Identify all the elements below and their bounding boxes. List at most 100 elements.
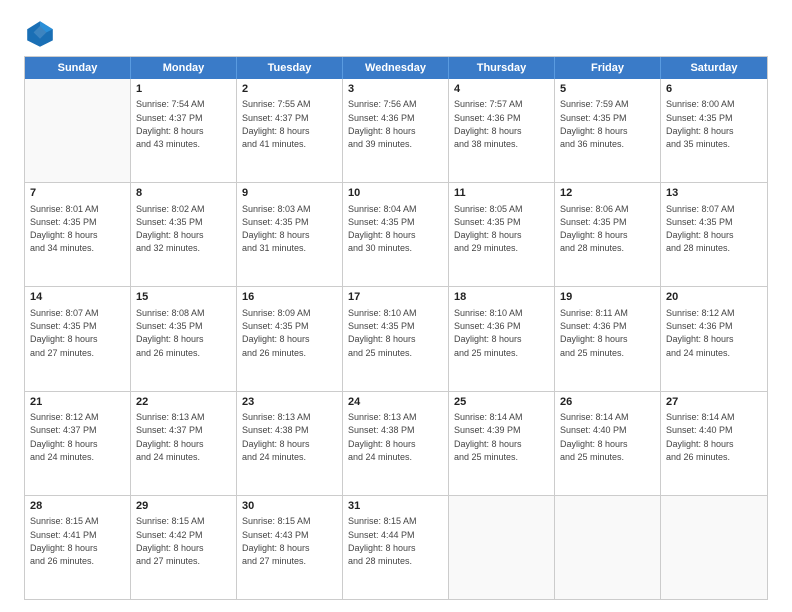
day-number: 23 <box>242 395 337 410</box>
header-day-friday: Friday <box>555 57 661 79</box>
day-number: 16 <box>242 290 337 305</box>
day-cell-14: 14 Sunrise: 8:07 AM Sunset: 4:35 PM Dayli… <box>25 287 131 390</box>
day-cell-3: 3 Sunrise: 7:56 AM Sunset: 4:36 PM Daylig… <box>343 79 449 182</box>
day-number: 6 <box>666 82 762 97</box>
day-info: Sunrise: 7:55 AM Sunset: 4:37 PM Dayligh… <box>242 99 311 149</box>
day-info: Sunrise: 8:13 AM Sunset: 4:38 PM Dayligh… <box>242 412 311 462</box>
day-info: Sunrise: 8:15 AM Sunset: 4:44 PM Dayligh… <box>348 516 417 566</box>
day-info: Sunrise: 8:01 AM Sunset: 4:35 PM Dayligh… <box>30 204 99 254</box>
day-number: 26 <box>560 395 655 410</box>
header-day-monday: Monday <box>131 57 237 79</box>
day-number: 13 <box>666 186 762 201</box>
day-number: 22 <box>136 395 231 410</box>
day-info: Sunrise: 8:13 AM Sunset: 4:37 PM Dayligh… <box>136 412 205 462</box>
day-number: 11 <box>454 186 549 201</box>
day-info: Sunrise: 8:12 AM Sunset: 4:36 PM Dayligh… <box>666 308 735 358</box>
header-day-sunday: Sunday <box>25 57 131 79</box>
day-cell-11: 11 Sunrise: 8:05 AM Sunset: 4:35 PM Dayli… <box>449 183 555 286</box>
day-cell-27: 27 Sunrise: 8:14 AM Sunset: 4:40 PM Dayli… <box>661 392 767 495</box>
day-info: Sunrise: 8:13 AM Sunset: 4:38 PM Dayligh… <box>348 412 417 462</box>
calendar: SundayMondayTuesdayWednesdayThursdayFrid… <box>24 56 768 600</box>
day-number: 8 <box>136 186 231 201</box>
day-cell-23: 23 Sunrise: 8:13 AM Sunset: 4:38 PM Dayli… <box>237 392 343 495</box>
day-info: Sunrise: 8:14 AM Sunset: 4:40 PM Dayligh… <box>560 412 629 462</box>
day-info: Sunrise: 8:07 AM Sunset: 4:35 PM Dayligh… <box>30 308 99 358</box>
day-info: Sunrise: 8:10 AM Sunset: 4:36 PM Dayligh… <box>454 308 523 358</box>
day-number: 30 <box>242 499 337 514</box>
calendar-row-4: 21 Sunrise: 8:12 AM Sunset: 4:37 PM Dayli… <box>25 391 767 495</box>
day-info: Sunrise: 7:57 AM Sunset: 4:36 PM Dayligh… <box>454 99 523 149</box>
empty-cell <box>555 496 661 599</box>
day-number: 5 <box>560 82 655 97</box>
day-number: 14 <box>30 290 125 305</box>
day-info: Sunrise: 8:14 AM Sunset: 4:39 PM Dayligh… <box>454 412 523 462</box>
calendar-row-5: 28 Sunrise: 8:15 AM Sunset: 4:41 PM Dayli… <box>25 495 767 599</box>
calendar-body: 1 Sunrise: 7:54 AM Sunset: 4:37 PM Daylig… <box>25 79 767 599</box>
calendar-row-3: 14 Sunrise: 8:07 AM Sunset: 4:35 PM Dayli… <box>25 286 767 390</box>
calendar-row-1: 1 Sunrise: 7:54 AM Sunset: 4:37 PM Daylig… <box>25 79 767 182</box>
day-number: 28 <box>30 499 125 514</box>
day-info: Sunrise: 8:02 AM Sunset: 4:35 PM Dayligh… <box>136 204 205 254</box>
day-cell-28: 28 Sunrise: 8:15 AM Sunset: 4:41 PM Dayli… <box>25 496 131 599</box>
day-info: Sunrise: 8:09 AM Sunset: 4:35 PM Dayligh… <box>242 308 311 358</box>
day-number: 2 <box>242 82 337 97</box>
day-cell-12: 12 Sunrise: 8:06 AM Sunset: 4:35 PM Dayli… <box>555 183 661 286</box>
empty-cell <box>25 79 131 182</box>
day-number: 15 <box>136 290 231 305</box>
day-cell-17: 17 Sunrise: 8:10 AM Sunset: 4:35 PM Dayli… <box>343 287 449 390</box>
day-info: Sunrise: 7:56 AM Sunset: 4:36 PM Dayligh… <box>348 99 417 149</box>
day-info: Sunrise: 8:07 AM Sunset: 4:35 PM Dayligh… <box>666 204 735 254</box>
day-cell-30: 30 Sunrise: 8:15 AM Sunset: 4:43 PM Dayli… <box>237 496 343 599</box>
day-info: Sunrise: 8:10 AM Sunset: 4:35 PM Dayligh… <box>348 308 417 358</box>
day-number: 4 <box>454 82 549 97</box>
day-info: Sunrise: 8:05 AM Sunset: 4:35 PM Dayligh… <box>454 204 523 254</box>
day-number: 21 <box>30 395 125 410</box>
day-cell-8: 8 Sunrise: 8:02 AM Sunset: 4:35 PM Daylig… <box>131 183 237 286</box>
day-cell-1: 1 Sunrise: 7:54 AM Sunset: 4:37 PM Daylig… <box>131 79 237 182</box>
day-number: 1 <box>136 82 231 97</box>
day-cell-18: 18 Sunrise: 8:10 AM Sunset: 4:36 PM Dayli… <box>449 287 555 390</box>
day-cell-16: 16 Sunrise: 8:09 AM Sunset: 4:35 PM Dayli… <box>237 287 343 390</box>
day-cell-22: 22 Sunrise: 8:13 AM Sunset: 4:37 PM Dayli… <box>131 392 237 495</box>
day-info: Sunrise: 8:04 AM Sunset: 4:35 PM Dayligh… <box>348 204 417 254</box>
day-info: Sunrise: 8:00 AM Sunset: 4:35 PM Dayligh… <box>666 99 735 149</box>
day-cell-21: 21 Sunrise: 8:12 AM Sunset: 4:37 PM Dayli… <box>25 392 131 495</box>
day-cell-2: 2 Sunrise: 7:55 AM Sunset: 4:37 PM Daylig… <box>237 79 343 182</box>
day-info: Sunrise: 7:54 AM Sunset: 4:37 PM Dayligh… <box>136 99 205 149</box>
day-info: Sunrise: 8:06 AM Sunset: 4:35 PM Dayligh… <box>560 204 629 254</box>
day-cell-29: 29 Sunrise: 8:15 AM Sunset: 4:42 PM Dayli… <box>131 496 237 599</box>
day-info: Sunrise: 8:12 AM Sunset: 4:37 PM Dayligh… <box>30 412 99 462</box>
day-cell-15: 15 Sunrise: 8:08 AM Sunset: 4:35 PM Dayli… <box>131 287 237 390</box>
day-info: Sunrise: 8:15 AM Sunset: 4:42 PM Dayligh… <box>136 516 205 566</box>
day-cell-6: 6 Sunrise: 8:00 AM Sunset: 4:35 PM Daylig… <box>661 79 767 182</box>
day-info: Sunrise: 8:11 AM Sunset: 4:36 PM Dayligh… <box>560 308 628 358</box>
day-cell-7: 7 Sunrise: 8:01 AM Sunset: 4:35 PM Daylig… <box>25 183 131 286</box>
calendar-header: SundayMondayTuesdayWednesdayThursdayFrid… <box>25 57 767 79</box>
day-cell-19: 19Sunrise: 8:11 AM Sunset: 4:36 PM Dayli… <box>555 287 661 390</box>
day-cell-25: 25Sunrise: 8:14 AM Sunset: 4:39 PM Dayli… <box>449 392 555 495</box>
day-cell-10: 10 Sunrise: 8:04 AM Sunset: 4:35 PM Dayli… <box>343 183 449 286</box>
day-info: Sunrise: 8:15 AM Sunset: 4:41 PM Dayligh… <box>30 516 99 566</box>
header-day-tuesday: Tuesday <box>237 57 343 79</box>
day-number: 17 <box>348 290 443 305</box>
day-number: 3 <box>348 82 443 97</box>
day-number: 20 <box>666 290 762 305</box>
day-cell-20: 20 Sunrise: 8:12 AM Sunset: 4:36 PM Dayli… <box>661 287 767 390</box>
header-day-wednesday: Wednesday <box>343 57 449 79</box>
day-number: 9 <box>242 186 337 201</box>
day-cell-24: 24Sunrise: 8:13 AM Sunset: 4:38 PM Dayli… <box>343 392 449 495</box>
day-number: 12 <box>560 186 655 201</box>
day-info: Sunrise: 8:15 AM Sunset: 4:43 PM Dayligh… <box>242 516 311 566</box>
header <box>24 18 768 50</box>
day-number: 27 <box>666 395 762 410</box>
day-cell-5: 5Sunrise: 7:59 AM Sunset: 4:35 PM Daylig… <box>555 79 661 182</box>
day-cell-9: 9Sunrise: 8:03 AM Sunset: 4:35 PM Daylig… <box>237 183 343 286</box>
day-cell-13: 13 Sunrise: 8:07 AM Sunset: 4:35 PM Dayli… <box>661 183 767 286</box>
day-number: 7 <box>30 186 125 201</box>
day-number: 18 <box>454 290 549 305</box>
day-number: 29 <box>136 499 231 514</box>
day-number: 10 <box>348 186 443 201</box>
day-info: Sunrise: 8:08 AM Sunset: 4:35 PM Dayligh… <box>136 308 205 358</box>
calendar-row-2: 7 Sunrise: 8:01 AM Sunset: 4:35 PM Daylig… <box>25 182 767 286</box>
day-info: Sunrise: 8:14 AM Sunset: 4:40 PM Dayligh… <box>666 412 735 462</box>
